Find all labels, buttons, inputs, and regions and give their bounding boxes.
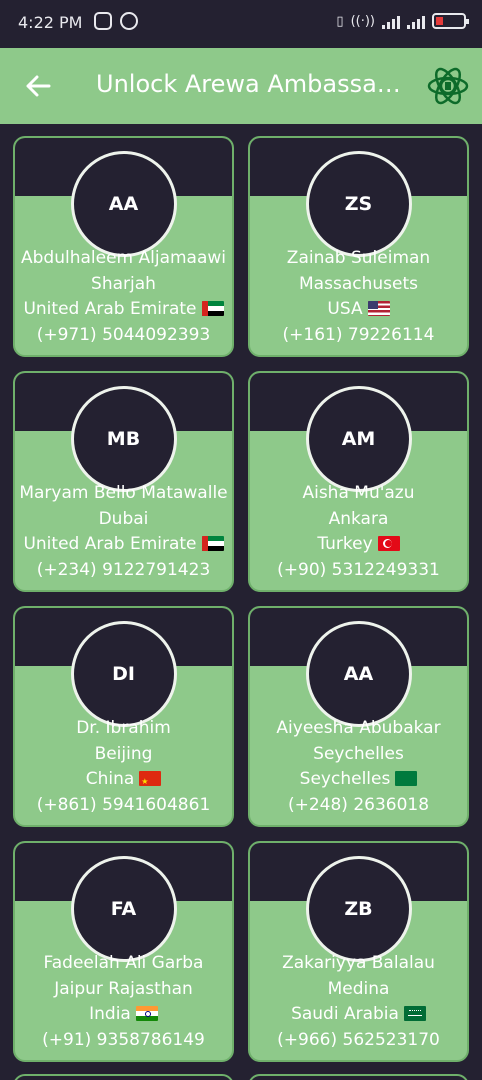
flag-tr-icon — [377, 536, 400, 551]
ambassador-phone[interactable]: (+971) 5044092393 — [15, 323, 232, 349]
ambassador-name: Fadeelah Ali Garba — [43, 953, 204, 973]
ambassador-phone[interactable]: (+90) 5312249331 — [250, 558, 467, 584]
ambassador-country: Seychelles — [299, 769, 391, 789]
ambassador-card[interactable]: ZB Zakariyya Balalau Medina Saudi Arabia (+9… — [248, 841, 469, 1062]
ambassador-card[interactable]: AM Aisha Mu'azu Ankara Turkey (+90) 53122493… — [248, 371, 469, 592]
flag-in-icon — [135, 1006, 158, 1021]
arrow-left-icon — [26, 75, 51, 97]
ambassador-info: Fadeelah Ali Garba Jaipur Rajasthan India (… — [15, 951, 232, 1053]
avatar: DI — [70, 621, 177, 727]
ambassador-country-row: India — [15, 1002, 232, 1028]
ambassador-name: Zainab Suleiman — [286, 248, 431, 268]
ambassador-phone[interactable]: (+161) 79226114 — [250, 323, 467, 349]
ambassador-country: United Arab Emirate — [23, 534, 197, 554]
ambassador-city: Ankara — [328, 508, 389, 529]
ambassador-country: China — [85, 769, 135, 789]
avatar-initials: AA — [343, 663, 374, 685]
ambassador-card-partial[interactable] — [248, 1074, 469, 1080]
ambassador-card-partial[interactable] — [13, 1074, 234, 1080]
status-time: 4:22 PM — [18, 13, 83, 32]
status-bar: 4:22 PM ▯ ((·)) — [0, 0, 482, 48]
ambassador-country: India — [89, 1004, 131, 1024]
flag-sa-icon — [403, 1006, 426, 1021]
ambassador-city: Medina — [327, 978, 390, 999]
ambassador-city: Beijing — [94, 743, 153, 764]
ambassador-country: Saudi Arabia — [291, 1004, 399, 1024]
ambassador-city: Jaipur Rajasthan — [54, 978, 193, 999]
flag-ae-icon — [201, 536, 224, 551]
ambassador-card[interactable]: AA Aiyeesha Abubakar Seychelles Seychelles (… — [248, 606, 469, 827]
ambassador-info: Abdulhaleem Aljamaawi Sharjah United Arab … — [15, 246, 232, 348]
flag-ae-icon — [201, 301, 224, 316]
flag-sc-icon — [395, 771, 418, 786]
ambassador-name: Aiyeesha Abubakar — [276, 718, 441, 738]
hotspot-icon: ((·)) — [350, 13, 375, 29]
ambassador-card[interactable]: MB Maryam Bello Matawalle Dubai United Arab… — [13, 371, 234, 592]
flag-cn-icon — [139, 771, 162, 786]
signal-icon — [382, 13, 400, 29]
ambassador-city: Massachusets — [299, 273, 418, 294]
ambassador-phone[interactable]: (+248) 2636018 — [250, 793, 467, 819]
battery-icon — [432, 13, 469, 29]
ambassador-info: Zainab Suleiman Massachusets USA (+161) 792… — [250, 246, 467, 348]
ambassador-grid: AA Abdulhaleem Aljamaawi Sharjah United Ara… — [13, 136, 469, 1062]
ambassador-country-row: Saudi Arabia — [250, 1002, 467, 1028]
ambassador-name: Dr. Ibrahim — [76, 718, 171, 738]
flag-us-icon — [367, 301, 390, 316]
ambassador-info: Zakariyya Balalau Medina Saudi Arabia (+966… — [250, 951, 467, 1053]
avatar-initials: MB — [106, 428, 141, 450]
vibrate-icon: ▯ — [336, 13, 344, 29]
ambassador-card[interactable]: FA Fadeelah Ali Garba Jaipur Rajasthan Indi… — [13, 841, 234, 1062]
ambassador-country-row: USA — [250, 297, 467, 323]
ambassador-name: Abdulhaleem Aljamaawi — [20, 248, 227, 268]
ambassador-info: Aiyeesha Abubakar Seychelles Seychelles (+2… — [250, 716, 467, 818]
avatar: AA — [70, 151, 177, 257]
ambassador-card[interactable]: DI Dr. Ibrahim Beijing China (+861) 59416048… — [13, 606, 234, 827]
avatar: AA — [305, 621, 412, 727]
status-notification-icons — [94, 12, 138, 30]
ambassador-country-row: United Arab Emirate — [15, 532, 232, 558]
ambassador-city: Sharjah — [91, 273, 156, 294]
instagram-icon — [94, 12, 112, 30]
ambassador-country-row: China — [15, 767, 232, 793]
ambassador-phone[interactable]: (+234) 9122791423 — [15, 558, 232, 584]
back-button[interactable] — [20, 68, 56, 104]
ambassador-info: Aisha Mu'azu Ankara Turkey (+90) 5312249331 — [250, 481, 467, 583]
arewa-logo-icon[interactable] — [426, 64, 470, 108]
avatar-initials: DI — [112, 663, 135, 685]
avatar: AM — [305, 386, 412, 492]
ambassador-info: Dr. Ibrahim Beijing China (+861) 5941604861 — [15, 716, 232, 818]
ambassador-country: USA — [327, 299, 363, 319]
ambassador-city: Seychelles — [313, 743, 404, 764]
status-system-icons: ▯ ((·)) — [336, 13, 469, 29]
app-bar: Unlock Arewa Ambassadors — [0, 48, 482, 124]
avatar-initials: ZS — [344, 193, 373, 215]
ambassador-card[interactable]: ZS Zainab Suleiman Massachusets USA (+161) 7… — [248, 136, 469, 357]
ambassador-info: Maryam Bello Matawalle Dubai United Arab E… — [15, 481, 232, 583]
ambassador-country-row: Seychelles — [250, 767, 467, 793]
ambassador-country: Turkey — [317, 534, 373, 554]
ambassador-country-row: United Arab Emirate — [15, 297, 232, 323]
avatar-initials: AA — [108, 193, 139, 215]
ambassador-country-row: Turkey — [250, 532, 467, 558]
avatar-initials: AM — [341, 428, 376, 450]
ambassador-card[interactable]: AA Abdulhaleem Aljamaawi Sharjah United Ara… — [13, 136, 234, 357]
avatar: FA — [70, 856, 177, 962]
avatar-initials: ZB — [344, 898, 373, 920]
ambassador-phone[interactable]: (+861) 5941604861 — [15, 793, 232, 819]
ambassador-city: Dubai — [98, 508, 149, 529]
ambassador-name: Aisha Mu'azu — [302, 483, 415, 503]
avatar: ZB — [305, 856, 412, 962]
ambassador-phone[interactable]: (+966) 562523170 — [250, 1028, 467, 1054]
avatar: ZS — [305, 151, 412, 257]
ambassador-phone[interactable]: (+91) 9358786149 — [15, 1028, 232, 1054]
page-title: Unlock Arewa Ambassadors — [96, 70, 412, 98]
chrome-icon — [120, 12, 138, 30]
ambassador-country: United Arab Emirate — [23, 299, 197, 319]
avatar-initials: FA — [110, 898, 137, 920]
signal-icon-2 — [407, 13, 425, 29]
ambassador-name: Zakariyya Balalau — [282, 953, 435, 973]
ambassador-name: Maryam Bello Matawalle — [19, 483, 228, 503]
avatar: MB — [70, 386, 177, 492]
